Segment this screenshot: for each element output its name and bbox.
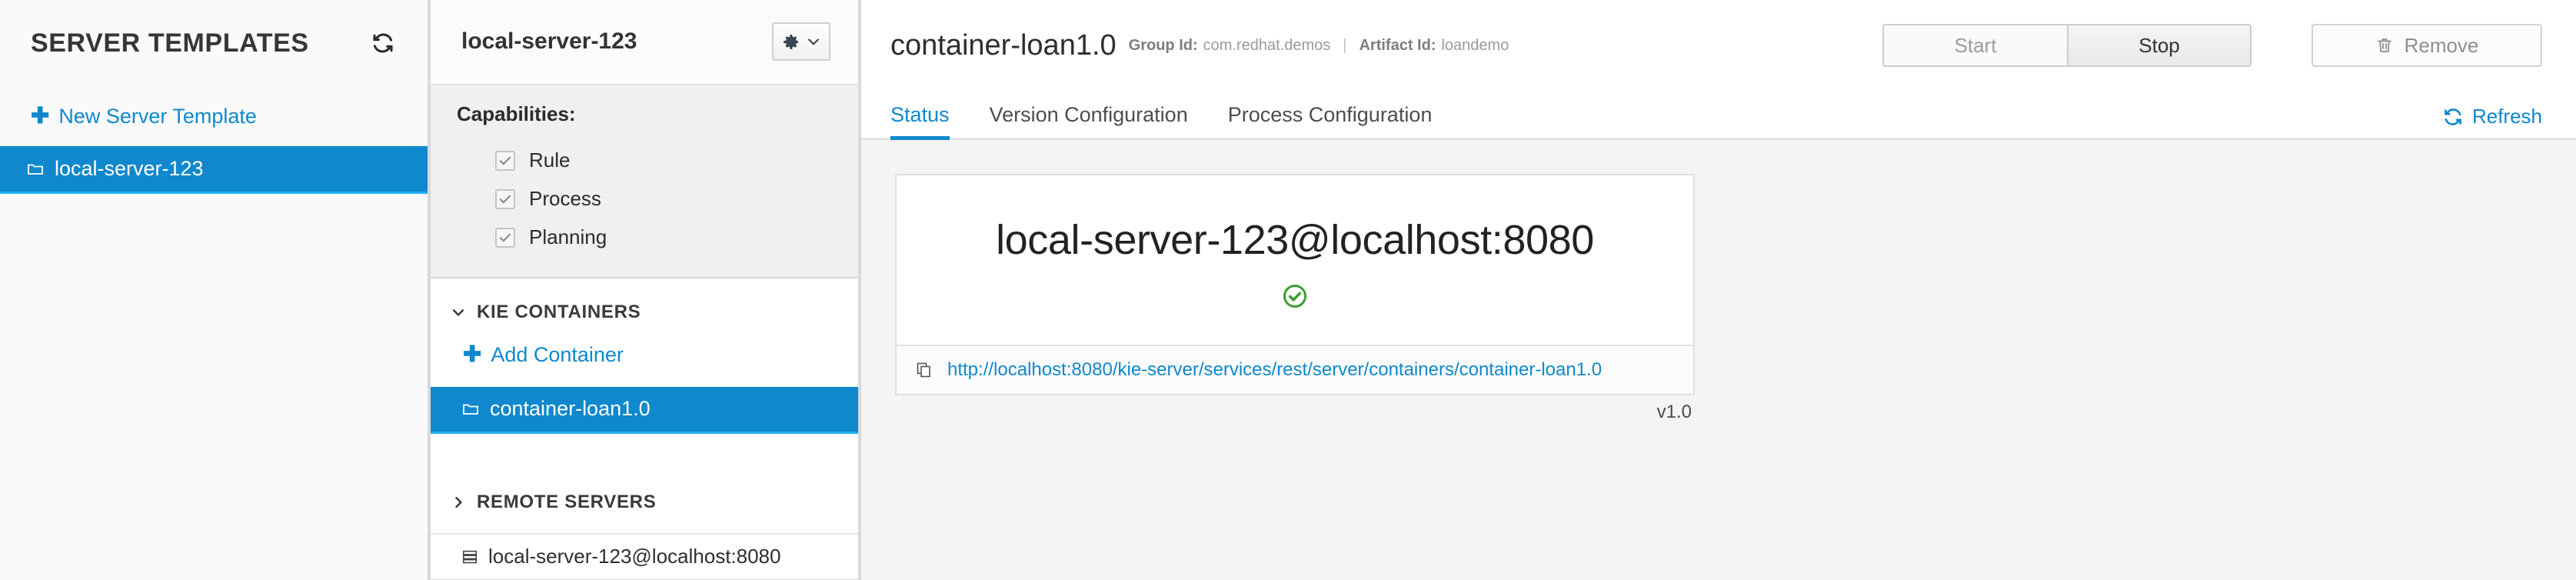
panel-spacer	[431, 434, 858, 468]
new-server-template-label: New Server Template	[58, 104, 257, 128]
container-item-label: container-loan1.0	[490, 397, 651, 421]
folder-icon	[461, 400, 480, 418]
refresh-icon	[2443, 107, 2463, 127]
check-circle-icon	[1281, 282, 1309, 310]
server-status-body: local-server-123@localhost:8080	[897, 175, 1693, 345]
server-url-row: http://localhost:8080/kie-server/service…	[897, 345, 1693, 394]
status-tab-content: local-server-123@localhost:8080 http://l…	[861, 140, 2576, 580]
container-metadata: Group Id: com.redhat.demos | Artifact Id:…	[1129, 37, 1509, 55]
server-endpoint-name: local-server-123@localhost:8080	[996, 217, 1594, 263]
server-status-card: local-server-123@localhost:8080 http://l…	[895, 174, 1695, 395]
copy-icon[interactable]	[915, 361, 934, 379]
chevron-right-icon	[451, 495, 466, 510]
container-title: container-loan1.0	[890, 28, 1117, 62]
artifact-id-value: loandemo	[1441, 36, 1509, 54]
add-container-label: Add Container	[491, 342, 624, 366]
chevron-down-icon	[451, 305, 466, 320]
sidebar-item-label: local-server-123	[55, 157, 204, 180]
container-tabs: Status Version Configuration Process Con…	[861, 91, 2576, 140]
sidebar-header: SERVER TEMPLATES	[0, 0, 428, 86]
capability-checkbox-process[interactable]	[495, 188, 515, 209]
remote-server-item[interactable]: local-server-123@localhost:8080	[431, 533, 858, 580]
new-server-template-button[interactable]: ✚ New Server Template	[31, 105, 257, 128]
remove-button[interactable]: Remove	[2311, 24, 2542, 67]
folder-icon	[26, 160, 45, 178]
remove-label: Remove	[2404, 33, 2479, 57]
capability-checkbox-rule[interactable]	[495, 150, 515, 171]
server-url-link[interactable]: http://localhost:8080/kie-server/service…	[947, 359, 1602, 381]
plus-icon: ✚	[463, 342, 482, 367]
refresh-label: Refresh	[2471, 105, 2542, 128]
server-templates-sidebar: SERVER TEMPLATES ✚ New Server Template l…	[0, 0, 431, 580]
capability-label: Process	[529, 187, 601, 211]
kie-containers-section-header[interactable]: KIE CONTAINERS	[431, 278, 858, 343]
server-detail-panel: local-server-123 Capabilities: Rule Proc…	[431, 0, 861, 580]
new-server-template-row: ✚ New Server Template	[0, 86, 428, 146]
remote-servers-section-header[interactable]: REMOTE SERVERS	[431, 468, 858, 533]
start-stop-button-group: Start Stop	[1882, 24, 2252, 67]
tab-process-configuration[interactable]: Process Configuration	[1228, 103, 1433, 138]
capabilities-label: Capabilities:	[457, 102, 576, 125]
application-root: SERVER TEMPLATES ✚ New Server Template l…	[0, 0, 2576, 580]
start-button[interactable]: Start	[1882, 24, 2067, 67]
server-icon	[461, 548, 478, 565]
group-id-value: com.redhat.demos	[1203, 36, 1331, 54]
remote-server-label: local-server-123@localhost:8080	[488, 545, 781, 568]
chevron-down-icon	[806, 34, 821, 49]
container-header: container-loan1.0 Group Id: com.redhat.de…	[861, 0, 2576, 91]
sidebar-item-local-server-123[interactable]: local-server-123	[0, 146, 428, 194]
tab-status[interactable]: Status	[890, 103, 950, 140]
server-name-heading: local-server-123	[461, 28, 637, 55]
capability-checkbox-planning[interactable]	[495, 227, 515, 248]
capability-row-planning[interactable]: Planning	[457, 218, 858, 257]
capabilities-section: Capabilities: Rule Process Planning	[431, 85, 858, 278]
gear-icon	[781, 32, 800, 52]
add-container-button[interactable]: ✚ Add Container	[463, 343, 624, 367]
page-title: SERVER TEMPLATES	[31, 28, 309, 58]
capability-label: Rule	[529, 148, 571, 172]
capability-label: Planning	[529, 225, 607, 249]
group-id-label: Group Id:	[1128, 36, 1198, 54]
container-item-container-loan1-0[interactable]: container-loan1.0	[431, 386, 858, 434]
capability-row-process[interactable]: Process	[457, 180, 858, 218]
trash-icon	[2375, 36, 2394, 55]
container-version-label: v1.0	[1656, 402, 1692, 422]
artifact-id-label: Artifact Id:	[1359, 36, 1436, 54]
remote-servers-label: REMOTE SERVERS	[477, 492, 657, 513]
refresh-icon[interactable]	[366, 26, 400, 60]
refresh-button[interactable]: Refresh	[2443, 105, 2542, 128]
kie-containers-label: KIE CONTAINERS	[477, 301, 641, 322]
server-detail-header: local-server-123	[431, 0, 858, 85]
capability-row-rule[interactable]: Rule	[457, 142, 858, 180]
stop-button[interactable]: Stop	[2067, 24, 2252, 67]
main-content: container-loan1.0 Group Id: com.redhat.de…	[861, 0, 2576, 580]
server-settings-dropdown-button[interactable]	[772, 22, 830, 62]
metadata-separator: |	[1343, 36, 1347, 54]
tab-version-configuration[interactable]: Version Configuration	[990, 103, 1188, 138]
add-container-row: ✚ Add Container	[431, 343, 858, 387]
plus-icon: ✚	[31, 103, 50, 128]
